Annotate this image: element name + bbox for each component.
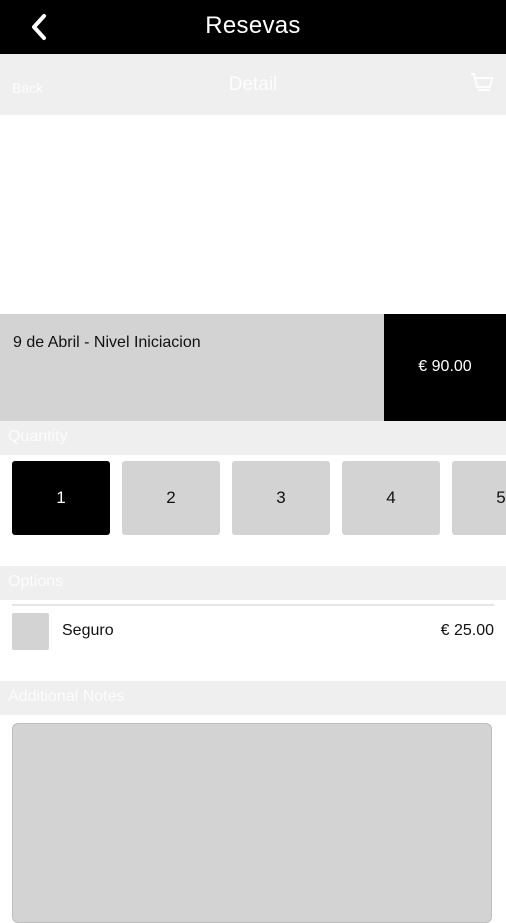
notes-label: Additional Notes [8, 688, 125, 705]
product-name-panel: 9 de Abril - Nivel Iniciacion [0, 314, 384, 421]
page-title: Resevas [205, 12, 301, 39]
options-label: Options [8, 573, 64, 590]
product-name: 9 de Abril - Nivel Iniciacion [13, 334, 201, 351]
options-section-header: Options [0, 566, 506, 600]
product-price: € 90.00 [418, 358, 472, 375]
product-image-area [0, 115, 506, 314]
quantity-option-1[interactable]: 1 [12, 461, 110, 535]
quantity-label: Quantity [8, 428, 68, 445]
quantity-option-3[interactable]: 3 [232, 461, 330, 535]
additional-notes-field[interactable] [12, 723, 492, 923]
option-price: € 25.00 [440, 622, 494, 639]
cart-icon[interactable] [468, 70, 494, 96]
quantity-option-2[interactable]: 2 [122, 461, 220, 535]
product-summary: 9 de Abril - Nivel Iniciacion € 90.00 [0, 314, 506, 421]
quantity-option-4[interactable]: 4 [342, 461, 440, 535]
option-label: Seguro [62, 622, 114, 639]
quantity-option-5[interactable]: 5 [452, 461, 506, 535]
quantity-section-header: Quantity [0, 421, 506, 455]
options-divider [12, 604, 494, 606]
quantity-selector: 1 2 3 4 5 [0, 461, 506, 535]
detail-title: Detail [228, 74, 278, 95]
product-price-panel: € 90.00 [384, 314, 506, 421]
seguro-checkbox[interactable] [12, 613, 49, 650]
notes-section-header: Additional Notes [0, 681, 506, 715]
app-header: Resevas [0, 0, 506, 54]
